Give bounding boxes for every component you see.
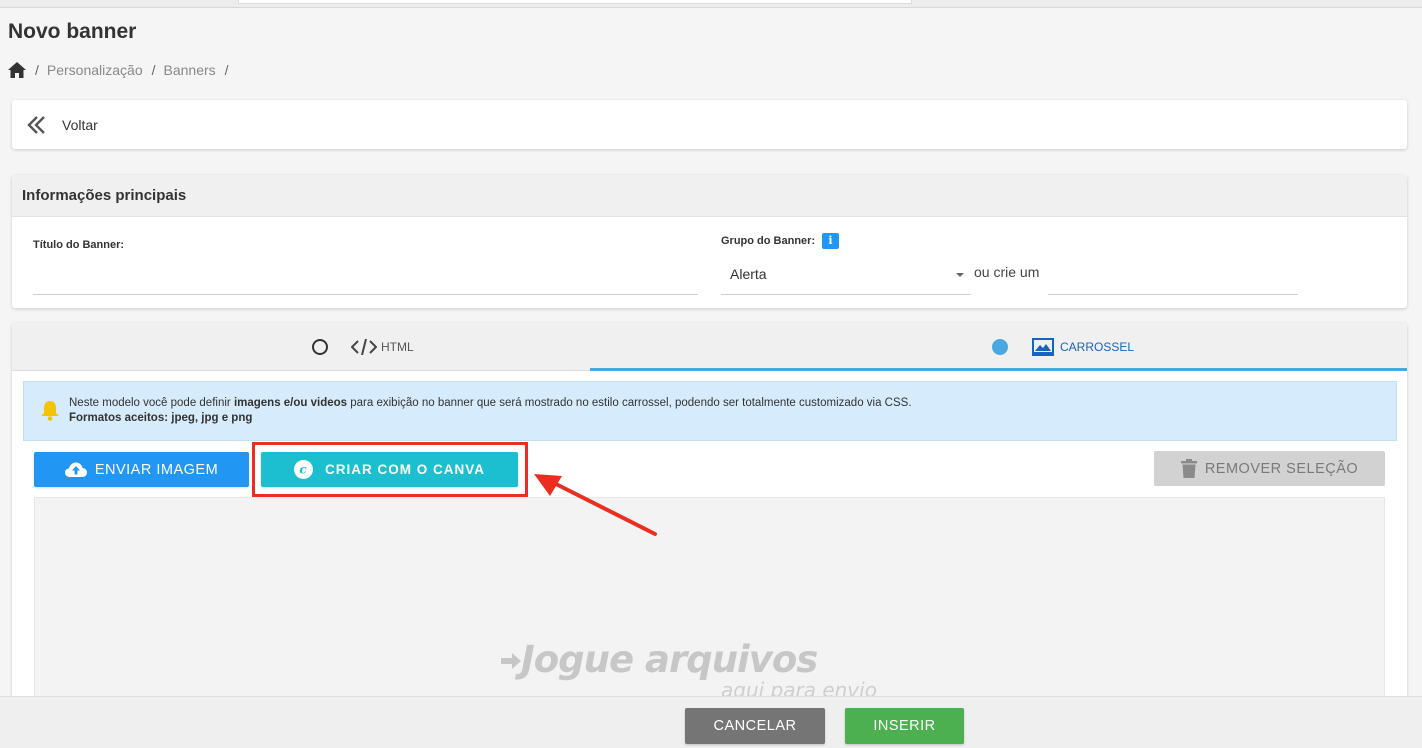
remove-selection-button[interactable]: REMOVER SELEÇÃO (1154, 451, 1385, 486)
titulo-underline (33, 294, 698, 295)
arrow-right-icon (501, 653, 521, 669)
tab-carrossel-label: CARROSSEL (1060, 340, 1135, 354)
info-icon[interactable]: i (822, 233, 839, 249)
tab-bar: HTML CARROSSEL (12, 323, 1407, 371)
highlight-box (252, 442, 528, 497)
back-bar[interactable]: Voltar (12, 100, 1407, 149)
remove-selection-label: REMOVER SELEÇÃO (1204, 460, 1359, 477)
grupo-select[interactable]: Alerta (730, 266, 767, 282)
tab-html[interactable]: HTML (312, 323, 414, 371)
cancel-button[interactable]: CANCELAR (685, 708, 825, 744)
content-card: HTML CARROSSEL Neste modelo você pode de… (12, 323, 1407, 703)
upload-image-button[interactable]: ENVIAR IMAGEM (34, 452, 249, 487)
alert-formats: Formatos aceitos: jpeg, jpg e png (69, 412, 253, 424)
breadcrumb-separator: / (35, 62, 39, 78)
tab-html-label: HTML (381, 340, 414, 354)
grupo-label: Grupo do Banner: (721, 235, 816, 247)
novo-grupo-underline (1048, 294, 1298, 295)
radio-selected-icon (992, 339, 1008, 355)
top-search-edge (238, 0, 912, 4)
alert-text: Neste modelo você pode definir imagens e… (69, 397, 912, 409)
footer-bar: CANCELAR INSERIR (0, 696, 1422, 748)
tab-carrossel[interactable]: CARROSSEL (992, 323, 1134, 371)
cloud-upload-icon (64, 462, 87, 477)
breadcrumb-item-banners[interactable]: Banners (164, 62, 216, 78)
upload-image-label: ENVIAR IMAGEM (94, 461, 219, 478)
file-dropzone[interactable]: Jogue arquivos aqui para envio (34, 497, 1385, 703)
titulo-label: Título do Banner: (33, 239, 125, 251)
ou-crie-label: ou crie um (974, 264, 1040, 280)
top-strip (0, 0, 1422, 8)
breadcrumb-item-personalizacao[interactable]: Personalização (47, 62, 143, 78)
code-icon (351, 339, 377, 355)
trash-icon (1180, 459, 1197, 478)
dropzone-main-text: Jogue arquivos (521, 638, 818, 681)
radio-icon (312, 339, 328, 355)
home-icon[interactable] (8, 62, 26, 78)
images-icon (1032, 338, 1054, 356)
back-label: Voltar (62, 116, 98, 133)
grupo-underline (721, 294, 971, 295)
page-title: Novo banner (8, 20, 137, 43)
breadcrumb-separator: / (151, 62, 156, 78)
annotation-arrow-icon (534, 474, 657, 536)
info-card: Informações principais Título do Banner:… (12, 175, 1407, 308)
info-card-header: Informações principais (12, 175, 1407, 217)
info-alert: Neste modelo você pode definir imagens e… (23, 381, 1397, 441)
double-chevron-left-icon (27, 115, 45, 134)
bell-icon (41, 401, 59, 421)
chevron-down-icon[interactable] (956, 273, 964, 277)
insert-button[interactable]: INSERIR (845, 708, 964, 744)
active-tab-indicator (590, 368, 1407, 371)
breadcrumb: / Personalização / Banners / (8, 62, 237, 78)
breadcrumb-separator: / (224, 62, 229, 78)
